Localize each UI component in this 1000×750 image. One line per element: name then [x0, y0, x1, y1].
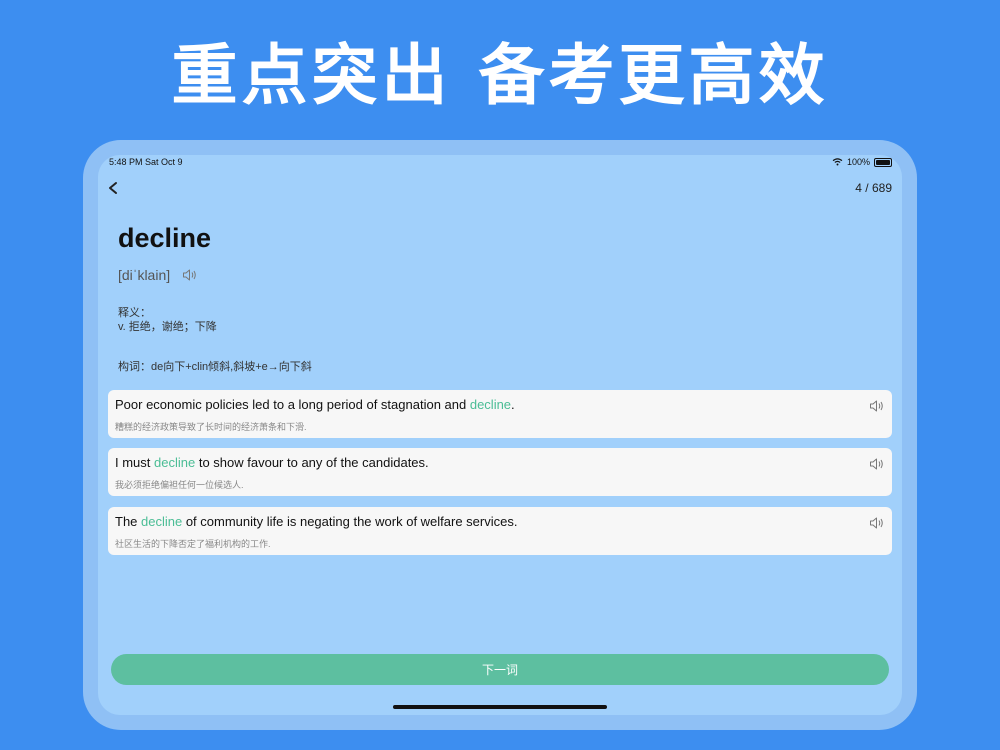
example-sentence: The decline of community life is negatin… — [115, 514, 518, 529]
tablet-frame: 5:48 PM Sat Oct 9 100% 4 / 689 decline [… — [83, 140, 917, 730]
app-screen: 5:48 PM Sat Oct 9 100% 4 / 689 decline [… — [98, 155, 902, 715]
example-sentence: Poor economic policies led to a long per… — [115, 397, 515, 412]
highlighted-word: decline — [154, 455, 196, 470]
promo-headline: 重点突出 备考更高效 — [171, 37, 829, 114]
example-translation: 我必须拒绝偏袒任何一位候选人. — [115, 480, 244, 490]
example-speaker-icon[interactable] — [869, 457, 885, 471]
etymology-text: 构词：de向下+clin倾斜,斜坡+e→向下斜 — [118, 361, 312, 373]
definition-text: v. 拒绝，谢绝；下降 — [118, 321, 217, 333]
example-card: The decline of community life is negatin… — [108, 507, 892, 555]
status-indicators: 100% — [832, 157, 892, 167]
word-title: decline — [118, 223, 212, 253]
phonetic-row: [diˈklain] — [118, 267, 198, 283]
word-speaker-icon[interactable] — [182, 268, 198, 282]
back-chevron-icon — [109, 182, 117, 194]
example-card: Poor economic policies led to a long per… — [108, 390, 892, 438]
battery-percent: 100% — [846, 157, 870, 167]
example-sentence: I must decline to show favour to any of … — [115, 455, 429, 470]
status-time-date: 5:48 PM Sat Oct 9 — [109, 157, 183, 167]
example-translation: 社区生活的下降否定了福利机构的工作. — [115, 539, 271, 549]
example-translation: 糟糕的经济政策导致了长时间的经济萧条和下滑. — [115, 422, 307, 432]
next-word-button[interactable]: 下一词 — [111, 654, 889, 685]
example-speaker-icon[interactable] — [869, 399, 885, 413]
phonetic-text: [diˈklain] — [118, 267, 171, 283]
example-speaker-icon[interactable] — [869, 516, 885, 530]
wifi-icon — [832, 158, 843, 166]
highlighted-word: decline — [469, 397, 512, 412]
back-button[interactable] — [104, 177, 124, 199]
battery-icon — [874, 157, 892, 167]
progress-counter: 4 / 689 — [855, 181, 892, 195]
highlighted-word: decline — [141, 514, 183, 529]
example-card: I must decline to show favour to any of … — [108, 448, 892, 496]
home-indicator[interactable] — [393, 705, 607, 709]
